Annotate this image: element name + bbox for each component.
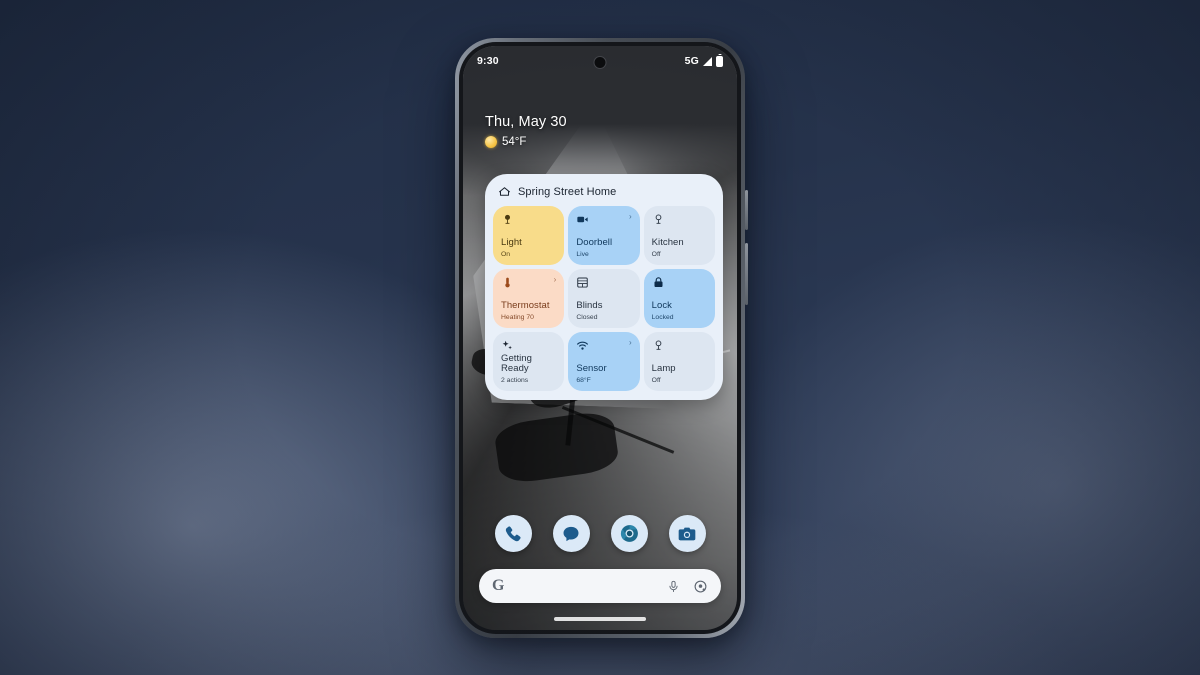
microphone-icon[interactable] — [667, 579, 680, 594]
tile-light[interactable]: Light On — [493, 206, 565, 265]
page-backdrop: 9:30 5G Thu, May 30 54°F Spring Street H… — [0, 0, 1200, 675]
dock-app-chrome[interactable] — [610, 515, 648, 552]
tile-kitchen[interactable]: Kitchen Off — [643, 206, 715, 265]
chat-bubble-icon — [563, 526, 579, 541]
tile-status: Off — [651, 250, 661, 258]
tile-status: On — [501, 250, 511, 258]
home-outline-icon — [499, 187, 510, 196]
tile-status: Live — [576, 250, 589, 258]
tile-label: Doorbell — [576, 237, 613, 249]
tile-doorbell[interactable]: › Doorbell Live — [568, 206, 640, 265]
sun-icon — [485, 136, 497, 148]
chevron-right-icon[interactable]: › — [629, 339, 632, 347]
status-network-label: 5G — [684, 55, 699, 67]
tile-lamp[interactable]: Lamp Off — [643, 332, 715, 391]
chevron-right-icon[interactable]: › — [554, 276, 557, 284]
light-bulb-icon — [505, 214, 510, 224]
tile-label: Blinds — [576, 300, 603, 312]
sparkles-icon — [502, 340, 512, 350]
signal-triangle-icon — [703, 56, 712, 66]
video-camera-icon — [577, 216, 588, 223]
tile-status: Locked — [651, 313, 674, 321]
tile-label: Getting Ready — [501, 352, 532, 375]
google-g-icon: G — [492, 577, 505, 594]
tile-sensor[interactable]: › Sensor 68°F — [568, 332, 640, 391]
google-search-bar[interactable]: G — [479, 569, 721, 603]
home-gesture-pill[interactable] — [554, 617, 646, 621]
dock-app-phone[interactable] — [494, 515, 532, 552]
google-home-widget[interactable]: Spring Street Home Light On › Doorbell L… — [485, 174, 723, 400]
tile-label: Lamp — [651, 363, 676, 375]
tile-lock[interactable]: Lock Locked — [643, 269, 715, 328]
tile-status: Off — [651, 376, 661, 384]
dock-app-messages[interactable] — [552, 515, 590, 552]
google-lens-icon[interactable] — [693, 579, 708, 594]
tile-status: 68°F — [576, 376, 591, 384]
widget-header[interactable]: Spring Street Home — [493, 182, 715, 206]
lock-closed-icon — [654, 277, 663, 288]
battery-full-icon — [716, 55, 723, 67]
widget-title: Spring Street Home — [518, 185, 617, 198]
status-time: 9:30 — [477, 55, 499, 67]
glance-temperature: 54°F — [502, 136, 527, 148]
chrome-browser-icon — [620, 525, 638, 542]
dock-app-camera[interactable] — [668, 515, 706, 552]
tile-thermostat[interactable]: › Thermostat Heating 70 — [493, 269, 565, 328]
light-bulb-icon — [655, 214, 662, 224]
volume-button[interactable] — [745, 243, 748, 305]
tile-status: 2 actions — [501, 376, 529, 384]
phone-handset-icon — [505, 526, 521, 541]
at-a-glance-widget[interactable]: Thu, May 30 54°F — [485, 114, 567, 148]
tile-label: Sensor — [576, 363, 607, 375]
tile-label: Lock — [651, 300, 672, 312]
tile-label: Light — [501, 237, 522, 249]
pixel-phone-frame: 9:30 5G Thu, May 30 54°F Spring Street H… — [455, 38, 748, 638]
tile-status: Heating 70 — [501, 313, 534, 321]
wallpaper-streak — [493, 409, 621, 486]
glance-weather: 54°F — [485, 136, 567, 148]
blinds-icon — [577, 277, 589, 288]
thermometer-icon — [505, 277, 510, 288]
wifi-sensor-icon — [577, 341, 589, 350]
front-camera-punch-hole — [593, 56, 607, 69]
power-button[interactable] — [745, 190, 748, 230]
tile-label: Thermostat — [501, 300, 550, 312]
tile-status: Closed — [576, 313, 598, 321]
light-bulb-icon — [655, 340, 662, 350]
device-tile-grid: Light On › Doorbell Live Kitchen Off › T… — [493, 206, 715, 391]
phone-screen: 9:30 5G Thu, May 30 54°F Spring Street H… — [463, 46, 737, 630]
phone-bezel: 9:30 5G Thu, May 30 54°F Spring Street H… — [459, 42, 741, 634]
glance-date: Thu, May 30 — [485, 114, 567, 130]
tile-blinds[interactable]: Blinds Closed — [568, 269, 640, 328]
tile-getting-ready[interactable]: Getting Ready 2 actions — [493, 332, 565, 391]
tile-label: Kitchen — [651, 237, 684, 249]
app-dock — [463, 515, 737, 552]
camera-icon — [678, 527, 696, 540]
chevron-right-icon[interactable]: › — [629, 213, 632, 221]
